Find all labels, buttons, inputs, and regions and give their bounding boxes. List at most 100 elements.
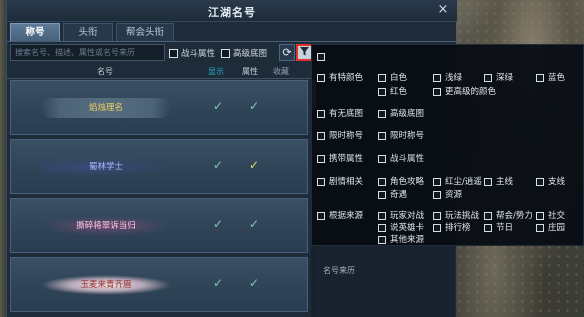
option-role-guide[interactable]: 角色攻略 — [378, 175, 424, 187]
option-resource[interactable]: 资源 — [433, 188, 462, 200]
list-item[interactable]: 撕碎将翠诉当归 ✓ ✓ — [10, 198, 308, 253]
option-checkbox[interactable] — [484, 177, 492, 186]
group-label: 限时称号 — [329, 131, 364, 141]
show-check-icon[interactable]: ✓ — [213, 217, 223, 231]
option-light-green[interactable]: 浅绿 — [433, 71, 462, 83]
attr-check-icon[interactable]: ✓ — [249, 276, 259, 290]
option-checkbox[interactable] — [378, 73, 386, 82]
filter-group-source[interactable]: 根据来源 — [317, 209, 363, 221]
filter-group-timed[interactable]: 限时称号 — [317, 129, 363, 141]
show-check-icon[interactable]: ✓ — [213, 99, 223, 113]
option-festival[interactable]: 节日 — [484, 221, 513, 233]
option-checkbox[interactable] — [536, 211, 544, 220]
option-checkbox[interactable] — [484, 73, 492, 82]
tab-titles[interactable]: 称号 — [10, 23, 60, 41]
option-adventure[interactable]: 奇遇 — [378, 188, 407, 200]
col-fav[interactable]: 收藏 — [273, 66, 289, 77]
title-origin-label: 名号来历 — [323, 266, 355, 275]
option-white[interactable]: 白色 — [378, 71, 407, 83]
option-guild[interactable]: 帮会/势力 — [484, 209, 533, 221]
option-red[interactable]: 红色 — [378, 85, 407, 97]
list-item[interactable]: 玉麦来青齐眉 ✓ ✓ — [10, 257, 308, 312]
option-other-source[interactable]: 其他来源 — [378, 233, 424, 245]
col-show[interactable]: 显示 — [208, 66, 224, 77]
option-side-quest[interactable]: 支线 — [536, 175, 565, 187]
group-label: 携带属性 — [329, 154, 364, 164]
option-label: 深绿 — [496, 73, 514, 83]
group-checkbox[interactable] — [317, 131, 325, 140]
show-check-icon[interactable]: ✓ — [213, 158, 223, 172]
option-combat-attr[interactable]: 战斗属性 — [378, 152, 424, 164]
combat-attr-filter[interactable]: 战斗属性 — [169, 47, 215, 59]
list-item[interactable]: 蜀林学士 ✓ ✓ — [10, 139, 308, 194]
show-check-icon[interactable]: ✓ — [213, 276, 223, 290]
select-all-checkbox[interactable] — [317, 53, 325, 61]
group-checkbox[interactable] — [317, 154, 325, 163]
option-dark-green[interactable]: 深绿 — [484, 71, 513, 83]
toolbar: 战斗属性 高级底图 ⟳ — [7, 44, 317, 62]
option-checkbox[interactable] — [378, 154, 386, 163]
option-checkbox[interactable] — [536, 177, 544, 186]
attr-check-icon[interactable]: ✓ — [249, 217, 259, 231]
option-main-quest[interactable]: 主线 — [484, 175, 513, 187]
option-higher-color[interactable]: 更高级的颜色 — [433, 85, 496, 97]
option-checkbox[interactable] — [378, 177, 386, 186]
filter-group-background[interactable]: 有无底图 — [317, 107, 363, 119]
close-icon[interactable]: × — [435, 2, 451, 18]
option-checkbox[interactable] — [536, 223, 544, 232]
option-label: 战斗属性 — [390, 154, 425, 164]
refresh-icon[interactable]: ⟳ — [279, 44, 295, 61]
option-label: 红色 — [390, 87, 408, 97]
option-checkbox[interactable] — [378, 109, 386, 118]
filter-group-story[interactable]: 剧情相关 — [317, 175, 363, 187]
option-checkbox[interactable] — [433, 211, 441, 220]
attr-check-icon[interactable]: ✓ — [249, 158, 259, 172]
filter-group-color[interactable]: 有特颜色 — [317, 71, 363, 83]
option-checkbox[interactable] — [433, 223, 441, 232]
option-checkbox[interactable] — [378, 131, 386, 140]
option-blue[interactable]: 蓝色 — [536, 71, 565, 83]
premium-bg-filter[interactable]: 高级底图 — [221, 47, 267, 59]
option-checkbox[interactable] — [484, 223, 492, 232]
option-checkbox[interactable] — [484, 211, 492, 220]
list-item[interactable]: 焰烛理名 ✓ ✓ — [10, 80, 308, 135]
search-input[interactable] — [10, 44, 165, 61]
option-label: 玩家对战 — [390, 211, 425, 221]
option-checkbox[interactable] — [433, 87, 441, 96]
tab-guild-ranks[interactable]: 帮会头衔 — [116, 23, 174, 41]
option-hongchen[interactable]: 红尘/逍遥 — [433, 175, 482, 187]
option-manor[interactable]: 庄园 — [536, 221, 565, 233]
group-checkbox[interactable] — [317, 109, 325, 118]
option-checkbox[interactable] — [378, 87, 386, 96]
option-label: 排行榜 — [445, 223, 471, 233]
combat-attr-checkbox[interactable] — [169, 49, 178, 58]
option-premium-bg[interactable]: 高级底图 — [378, 107, 424, 119]
premium-bg-label: 高级底图 — [233, 49, 268, 59]
option-checkbox[interactable] — [378, 235, 386, 244]
tab-ranks[interactable]: 头衔 — [63, 23, 113, 41]
premium-bg-checkbox[interactable] — [221, 49, 230, 58]
filter-group-attribute[interactable]: 携带属性 — [317, 152, 363, 164]
option-label: 浅绿 — [445, 73, 463, 83]
group-checkbox[interactable] — [317, 211, 325, 220]
option-leaderboard[interactable]: 排行榜 — [433, 221, 471, 233]
option-checkbox[interactable] — [536, 73, 544, 82]
option-checkbox[interactable] — [433, 190, 441, 199]
col-name[interactable]: 名号 — [97, 66, 113, 77]
option-checkbox[interactable] — [433, 177, 441, 186]
option-checkbox[interactable] — [378, 223, 386, 232]
attr-check-icon[interactable]: ✓ — [249, 99, 259, 113]
option-social[interactable]: 社交 — [536, 209, 565, 221]
window-title: 江湖名号 — [208, 6, 256, 19]
option-challenge[interactable]: 玩法挑战 — [433, 209, 479, 221]
option-checkbox[interactable] — [378, 190, 386, 199]
group-checkbox[interactable] — [317, 177, 325, 186]
group-checkbox[interactable] — [317, 73, 325, 82]
option-hero-card[interactable]: 说英雄卡 — [378, 221, 424, 233]
option-checkbox[interactable] — [378, 211, 386, 220]
option-timed-title[interactable]: 限时称号 — [378, 129, 424, 141]
col-attr[interactable]: 属性 — [242, 66, 258, 77]
option-pvp[interactable]: 玩家对战 — [378, 209, 424, 221]
option-checkbox[interactable] — [433, 73, 441, 82]
title-banner: 蜀林学士 — [41, 157, 171, 177]
